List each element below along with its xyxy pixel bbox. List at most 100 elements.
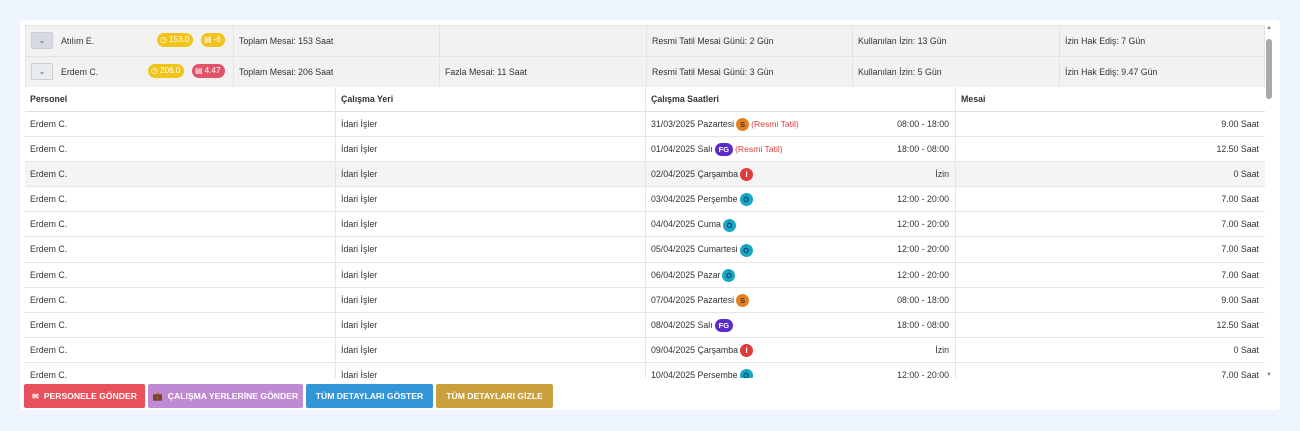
shift-date: 10/04/2025 Perşembe [651, 369, 738, 378]
table-row[interactable]: Erdem C. İdari İşler 10/04/2025 Perşembe Ö 1… [25, 362, 1265, 378]
mesai-value: 0 Saat [1233, 344, 1259, 355]
shift-hours: 12:00 - 20:00 [897, 244, 949, 255]
scrollbar-thumb[interactable] [1266, 39, 1272, 99]
cell-mesai: 7.00 Saat [955, 212, 1265, 238]
shift-type-badge: Ö [722, 268, 736, 282]
cell-calisma-yeri: İdari İşler [335, 312, 645, 338]
shift-type-badge: İ [740, 168, 754, 182]
cell-mesai: 0 Saat [955, 162, 1265, 188]
column-header-mesai[interactable]: Mesai [955, 87, 1265, 112]
vertical-scrollbar[interactable]: ▲ ▼ [1265, 25, 1273, 378]
envelope-icon: ✉ [32, 392, 39, 401]
used-leave: Kullanılan İzin: 13 Gün [852, 26, 1059, 56]
mesai-value: 0 Saat [1233, 169, 1259, 180]
cell-personel: Erdem C. [30, 319, 68, 330]
mesai-value: 7.00 Saat [1221, 269, 1259, 280]
column-header-personel[interactable]: Personel [25, 87, 335, 112]
shift-date: 06/04/2025 Pazar [651, 269, 721, 280]
cell-calisma-saatleri: 08/04/2025 Salı FG 18:00 - 08:00 [645, 312, 955, 338]
table-body: Erdem C. İdari İşler 31/03/2025 Pazartesi S… [25, 112, 1265, 378]
shift-type-badge: FG [714, 318, 734, 332]
send-to-personnel-button[interactable]: ✉ PERSONELE GÖNDER [24, 384, 145, 408]
cell-personel: Erdem C. [30, 169, 68, 180]
cell-calisma-saatleri: 03/04/2025 Perşembe Ö 12:00 - 20:00 [645, 187, 955, 213]
cell-mesai: 9.00 Saat [955, 287, 1265, 313]
group-name: Atılım E. [61, 36, 95, 46]
mesai-value: 7.00 Saat [1221, 219, 1259, 230]
briefcase-icon: 💼 [152, 392, 163, 401]
hours-badge: ◷ 206.0 [148, 64, 185, 78]
table-row[interactable]: Erdem C. İdari İşler 05/04/2025 Cumartesi Ö… [25, 237, 1265, 263]
shift-date: 07/04/2025 Pazartesi [651, 294, 735, 305]
overtime: Fazla Mesai: 11 Saat [439, 57, 646, 87]
cell-calisma-yeri: İdari İşler [335, 237, 645, 263]
shift-type-badge: S [736, 293, 750, 307]
table-row[interactable]: Erdem C. İdari İşler 01/04/2025 Salı FG (Res… [25, 137, 1265, 163]
table-row[interactable]: Erdem C. İdari İşler 31/03/2025 Pazartesi S… [25, 112, 1265, 138]
send-to-workplaces-button[interactable]: 💼 ÇALIŞMA YERLERİNE GÖNDER [148, 384, 303, 408]
attendance-table: ⌄ Atılım E. ◷ 153.0 ▤ -6 Toplam Mesai: 153… [25, 25, 1265, 378]
expand-toggle-button[interactable]: ⌄ [31, 63, 53, 80]
shift-hours: İzin [935, 344, 949, 355]
cell-mesai: 9.00 Saat [955, 112, 1265, 137]
group-name: Erdem C. [61, 67, 99, 77]
cell-personel: Erdem C. [30, 344, 68, 355]
shift-date: 04/04/2025 Cuma [651, 219, 721, 230]
table-row[interactable]: Erdem C. İdari İşler 03/04/2025 Perşembe Ö 1… [25, 187, 1265, 213]
holiday-label: (Resmi Tatil) [735, 144, 783, 155]
scroll-up-arrow-icon[interactable]: ▲ [1265, 25, 1273, 31]
shift-hours: 08:00 - 18:00 [897, 294, 949, 305]
cell-calisma-yeri: İdari İşler [335, 337, 645, 363]
leave-badge: ▤ -6 [201, 33, 225, 47]
table-row[interactable]: Erdem C. İdari İşler 08/04/2025 Salı FG 18:0… [25, 312, 1265, 338]
hide-all-details-button[interactable]: TÜM DETAYLARI GİZLE [436, 384, 553, 408]
table-row[interactable]: Erdem C. İdari İşler 07/04/2025 Pazartesi S… [25, 287, 1265, 313]
cell-mesai: 0 Saat [955, 337, 1265, 363]
shift-type-badge: FG [714, 143, 734, 157]
cell-calisma-saatleri: 05/04/2025 Cumartesi Ö 12:00 - 20:00 [645, 237, 955, 263]
shift-hours: İzin [935, 169, 949, 180]
mesai-value: 9.00 Saat [1221, 294, 1259, 305]
mesai-value: 7.00 Saat [1221, 369, 1259, 378]
shift-hours: 12:00 - 20:00 [897, 219, 949, 230]
chevron-down-icon: ⌄ [38, 67, 46, 76]
group-row-atilim: ⌄ Atılım E. ◷ 153.0 ▤ -6 Toplam Mesai: 153… [25, 25, 1265, 56]
cell-calisma-yeri: İdari İşler [335, 262, 645, 288]
cell-calisma-saatleri: 01/04/2025 Salı FG (Resmi Tatil) 18:00 - 08… [645, 137, 955, 163]
shift-hours: 12:00 - 20:00 [897, 194, 949, 205]
table-row[interactable]: Erdem C. İdari İşler 04/04/2025 Cuma Ö 12:00… [25, 212, 1265, 238]
shift-date: 08/04/2025 Salı [651, 319, 713, 330]
mesai-value: 7.00 Saat [1221, 194, 1259, 205]
table-row[interactable]: Erdem C. İdari İşler 09/04/2025 Çarşamba İ İ… [25, 337, 1265, 363]
shift-type-badge: İ [740, 344, 754, 358]
cell-mesai: 7.00 Saat [955, 187, 1265, 213]
cell-calisma-yeri: İdari İşler [335, 112, 645, 137]
holiday-label: (Resmi Tatil) [751, 119, 799, 129]
table-row[interactable]: Erdem C. İdari İşler 02/04/2025 Çarşamba İ İ… [25, 162, 1265, 188]
table-scroll-area[interactable]: ⌄ Atılım E. ◷ 153.0 ▤ -6 Toplam Mesai: 153… [25, 25, 1280, 378]
hours-badge: ◷ 153.0 [157, 33, 194, 47]
table-row[interactable]: Erdem C. İdari İşler 06/04/2025 Pazar Ö 12:0… [25, 262, 1265, 288]
cell-mesai: 12.50 Saat [955, 312, 1265, 338]
column-header-calisma-yeri[interactable]: Çalışma Yeri [335, 87, 645, 112]
used-leave: Kullanılan İzin: 5 Gün [852, 57, 1059, 87]
attendance-card: ⌄ Atılım E. ◷ 153.0 ▤ -6 Toplam Mesai: 153… [20, 20, 1280, 410]
column-header-calisma-saatleri[interactable]: Çalışma Saatleri [645, 87, 955, 112]
shift-date: 02/04/2025 Çarşamba [651, 169, 739, 180]
shift-hours: 18:00 - 08:00 [897, 144, 949, 155]
cell-mesai: 7.00 Saat [955, 237, 1265, 263]
clock-icon: ◷ [151, 66, 158, 75]
cell-personel: Erdem C. [30, 219, 68, 230]
shift-date: 05/04/2025 Cumartesi [651, 244, 738, 255]
cell-personel: Erdem C. [30, 244, 68, 255]
cell-mesai: 7.00 Saat [955, 262, 1265, 288]
show-all-details-button[interactable]: TÜM DETAYLARI GÖSTER [306, 384, 433, 408]
scroll-down-arrow-icon[interactable]: ▼ [1265, 372, 1273, 378]
cell-personel: Erdem C. [30, 144, 68, 155]
calendar-icon: ▤ [195, 66, 203, 75]
holiday-work-days: Resmi Tatil Mesai Günü: 3 Gün [646, 57, 852, 87]
expand-toggle-button[interactable]: ⌄ [31, 32, 53, 49]
total-hours: Toplam Mesai: 206 Saat [233, 57, 439, 87]
shift-hours: 12:00 - 20:00 [897, 369, 949, 378]
holiday-work-days: Resmi Tatil Mesai Günü: 2 Gün [646, 26, 852, 56]
